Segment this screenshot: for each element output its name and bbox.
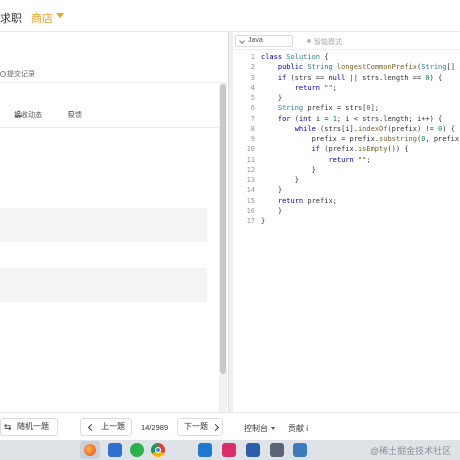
line-number: 9 [250, 135, 255, 143]
code-line: class Solution { [261, 53, 329, 61]
top-nav: 求职 商店 [0, 0, 460, 32]
app-icon[interactable] [270, 443, 284, 457]
prev-question-label: 上一题 [101, 422, 125, 431]
code-line: } [261, 165, 316, 174]
wechat-icon[interactable] [130, 443, 144, 457]
bottom-bar: ⇆ 随机一题 上一题 14/2989 下一题 控制台 贡献 i [0, 412, 460, 440]
smart-mode-label: 智能模式 [314, 39, 342, 46]
code-line: String prefix = strs[0]; [277, 104, 380, 113]
code-line: } [261, 206, 283, 215]
page-indicator: 14/2989 [141, 423, 169, 432]
chevron-right-icon [211, 423, 220, 432]
code-line: } [261, 217, 266, 225]
smart-mode-toggle[interactable]: 智能模式 [307, 37, 342, 47]
console-toggle[interactable]: 控制台 [244, 423, 275, 434]
problem-panel: 提交记录 🔔︎ 接收动态 ☐ 反馈 [0, 32, 228, 412]
scrollbar-thumb[interactable] [220, 84, 226, 374]
tab-submissions-label: 提交记录 [7, 71, 35, 78]
clock-icon [0, 71, 6, 77]
nav-jobs-link[interactable]: 求职 [0, 10, 22, 26]
line-number: 3 [250, 73, 255, 82]
code-line: if (prefix.isEmpty()) { [311, 145, 409, 154]
line-number: 4 [250, 83, 255, 92]
feedback-label: 反馈 [68, 112, 82, 119]
vscode-icon[interactable] [198, 443, 212, 457]
code-line: return prefix; [277, 196, 337, 205]
line-number: 2 [250, 63, 255, 72]
code-line: } [261, 176, 299, 184]
dot-icon [307, 39, 311, 43]
line-number: 6 [250, 104, 255, 113]
code-line: prefix = prefix.substring(0, prefix.l [261, 135, 460, 143]
code-example-block [0, 208, 207, 242]
nav-store-link[interactable]: 商店 [31, 10, 53, 26]
divider [0, 82, 222, 83]
caret-down-icon [271, 427, 275, 430]
intellij-icon[interactable] [222, 443, 236, 457]
file-explorer-icon[interactable] [108, 443, 122, 457]
chevron-down-icon [239, 38, 245, 44]
code-example-block [0, 268, 207, 302]
language-label: Java [248, 37, 263, 44]
line-number: 8 [250, 124, 255, 133]
subscribe-label: 接收动态 [14, 112, 42, 119]
code-line: for (int i = 1; i < strs.length; i++) { [277, 114, 443, 123]
line-number: 17 [246, 217, 255, 225]
line-number: 7 [250, 114, 255, 123]
code-line: return ""; [328, 155, 371, 164]
watermark: @稀土掘金技术社区 [370, 446, 452, 456]
chevron-down-icon[interactable] [56, 13, 64, 18]
line-number: 14 [246, 186, 255, 195]
line-number: 1 [250, 53, 255, 61]
line-number: 12 [246, 165, 255, 174]
code-editor-panel: Java 智能模式 1 class Solution { 2 public Stri… [233, 32, 460, 412]
code-line: if (strs == null || strs.length == 0) { [277, 73, 443, 82]
line-number: 5 [250, 94, 255, 102]
word-icon[interactable] [246, 443, 260, 457]
contribute-button[interactable]: 贡献 i [288, 423, 308, 434]
line-number: 13 [246, 176, 255, 184]
chevron-left-icon [87, 423, 96, 432]
divider [0, 127, 222, 128]
line-number: 10 [246, 145, 255, 154]
code-line: while (strs[i].indexOf(prefix) != 0) { [294, 124, 455, 133]
next-question-button[interactable]: 下一题 [177, 418, 223, 436]
shuffle-icon: ⇆ [4, 422, 12, 432]
code-line: } [261, 186, 283, 195]
console-label: 控制台 [244, 424, 268, 433]
tab-submissions[interactable]: 提交记录 [0, 69, 35, 79]
language-select[interactable]: Java [235, 35, 293, 47]
editor-toolbar: Java 智能模式 [233, 32, 460, 50]
random-question-button[interactable]: ⇆ 随机一题 [0, 418, 58, 436]
firefox-icon[interactable] [84, 444, 96, 456]
line-number: 11 [246, 155, 255, 164]
chrome-icon[interactable] [151, 443, 165, 457]
app-icon[interactable] [293, 443, 307, 457]
next-question-label: 下一题 [184, 422, 208, 431]
line-number: 15 [246, 196, 255, 205]
prev-question-button[interactable]: 上一题 [80, 418, 132, 436]
random-question-label: 随机一题 [17, 422, 49, 431]
line-number: 16 [246, 206, 255, 215]
code-line: public String longestCommonPrefix(String… [277, 63, 460, 72]
code-line: return ""; [294, 83, 337, 92]
code-line: } [261, 94, 283, 102]
contribute-label: 贡献 i [288, 424, 308, 433]
